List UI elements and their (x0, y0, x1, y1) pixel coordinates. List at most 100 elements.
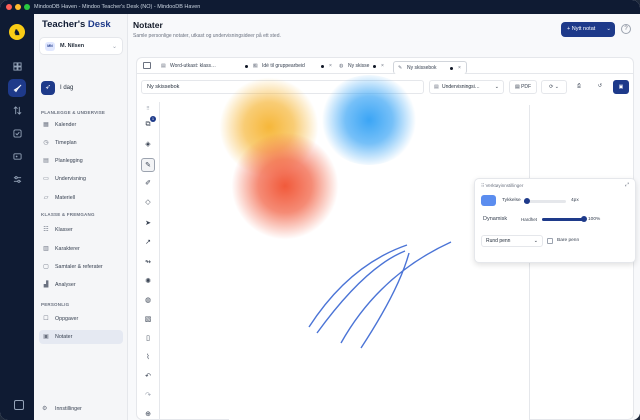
drag-handle-icon[interactable]: ⠿ (141, 102, 155, 116)
history-icon[interactable]: ↺ (592, 80, 608, 94)
sidebar-item-notater[interactable]: ▣ Notater (39, 330, 123, 344)
curve-icon[interactable]: ↗ (141, 236, 155, 250)
dynamic-label: Dynamisk (483, 216, 508, 222)
layers-icon[interactable]: ◈ (141, 138, 155, 152)
undo-icon[interactable]: ↶ (141, 370, 155, 384)
sync-button[interactable]: ⟳ ⌄ (541, 80, 567, 94)
unsaved-dot (450, 67, 453, 70)
sidebar-item-label: Samtaler & referater (55, 264, 103, 270)
curve-tool-icon[interactable]: ↬ (141, 256, 155, 270)
tab-bar: ▤ Word-utkast: klass… × ▤ Idé til gruppearb… (137, 58, 633, 74)
sidebar-item-timeplan[interactable]: ◷ Timeplan (39, 136, 123, 150)
sidebar-item-undervisning[interactable]: ▭ Undervisning (39, 172, 123, 186)
maximize-window-button[interactable] (24, 4, 30, 10)
zoom-in-icon[interactable]: ⊕ (141, 408, 155, 420)
sidebar-item-planlegging[interactable]: ▤ Planlegging (39, 154, 123, 168)
sidebar-item-today[interactable]: ➶ I dag (39, 80, 123, 98)
document-icon: ▤ (253, 63, 258, 69)
sidebar-item-analyser[interactable]: ▟ Analyser (39, 278, 123, 292)
sidebar: Teacher's Desk MN M. Nilsen ⌄ ➶ I dag PL… (34, 14, 128, 420)
unsaved-dot (321, 65, 324, 68)
app-logo-icon: ♞ (9, 24, 25, 40)
pdf-label: PDF (521, 84, 532, 90)
transfer-icon[interactable] (8, 101, 26, 119)
image-icon[interactable]: ▧ (141, 313, 155, 327)
pdf-button[interactable]: ▤ PDF (509, 80, 537, 94)
minimize-window-button[interactable] (15, 4, 21, 10)
sidebar-item-settings[interactable]: ⚙ Innstillinger (39, 402, 123, 416)
hardness-slider-knob[interactable] (581, 216, 587, 222)
thickness-slider-knob[interactable] (524, 198, 531, 204)
sidebar-item-label: Timeplan (55, 140, 77, 146)
rocket-icon[interactable] (8, 79, 26, 97)
gear-icon: ⚙ (42, 406, 48, 412)
attachment-icon[interactable]: ⌇ (141, 351, 155, 365)
only-pen-label: Bare penn (557, 238, 580, 243)
thickness-slider[interactable] (524, 198, 566, 204)
help-icon[interactable]: ? (621, 24, 631, 34)
user-switcher[interactable]: MN M. Nilsen ⌄ (39, 37, 123, 55)
collapse-sidebar-icon[interactable] (14, 400, 24, 410)
sync-icon: ⟳ ⌄ (549, 84, 559, 90)
brush-settings-title-text: Verktøyinnstillinger (485, 183, 524, 188)
app-brand: Teacher's Desk (42, 19, 111, 30)
sidebar-item-label: Innstillinger (55, 406, 82, 412)
palette-icon[interactable]: ◍ (141, 294, 155, 308)
sidebar-item-materiell[interactable]: ▱ Materiell (39, 191, 123, 205)
sidebar-item-kalender[interactable]: ▦ Kalender (39, 118, 123, 132)
redo-icon[interactable]: ↷ (141, 389, 155, 403)
note-type-select[interactable]: ▤ Undervisningsi… ⌄ (429, 80, 504, 94)
tab-ide-gruppearbeid[interactable]: ▤ Idé til gruppearbeid × (249, 60, 339, 72)
close-tab-icon[interactable]: × (329, 60, 332, 72)
unsaved-dot (245, 65, 248, 68)
tab-ny-skisse[interactable]: ◍ Ny skisse × (335, 60, 395, 72)
sidebar-item-label: Notater (55, 334, 73, 340)
sidebar-item-karakterer[interactable]: ▥ Karakterer (39, 242, 123, 256)
presentation-icon: ▭ (43, 176, 49, 182)
page-icon[interactable]: ▯ (141, 332, 155, 346)
hardness-slider-fill (542, 218, 584, 221)
folder-icon: ▱ (43, 195, 49, 201)
layers-badge: 1 (150, 116, 156, 122)
rocket-icon: ➶ (41, 81, 55, 95)
pen-type-select[interactable]: Rund penn ⌄ (481, 235, 543, 247)
sidebar-item-label: Materiell (55, 195, 76, 201)
tab-ny-skissebok[interactable]: ✎ Ny skissebok × (393, 61, 467, 74)
expand-icon[interactable]: ⤢ (625, 182, 629, 188)
window-title: MindooDB Haven - Mindoo Teacher's Desk (… (34, 4, 201, 10)
only-pen-checkbox[interactable] (547, 238, 553, 244)
close-window-button[interactable] (6, 4, 12, 10)
close-tab-icon[interactable]: × (458, 62, 461, 74)
pen-icon[interactable]: ✎ (141, 158, 155, 172)
tab-label: Ny skissebok (407, 65, 437, 71)
layers-add-icon[interactable]: ⧉ 1 (141, 116, 156, 132)
sidebar-item-oppgaver[interactable]: ☐ Oppgaver (39, 312, 123, 326)
hardness-label: Hardhet (521, 217, 538, 222)
note-icon: ▣ (43, 334, 49, 340)
chevron-down-icon: ⌄ (606, 26, 611, 32)
color-swatch[interactable] (481, 195, 496, 206)
grades-icon: ▥ (43, 246, 49, 252)
brush-icon[interactable]: ✐ (141, 177, 155, 191)
sliders-icon[interactable] (8, 170, 26, 188)
main-content: Notater Samle personlige notater, utkast… (128, 14, 640, 420)
sidebar-item-klasser[interactable]: ☷ Klasser (39, 223, 123, 237)
sidebar-item-samtaler[interactable]: ▢ Samtaler & referater (39, 260, 123, 274)
eraser-icon[interactable]: ◇ (141, 196, 155, 210)
tool-palette: ⠿ ⧉ 1 ◈ ✎ ✐ ◇ ➤ ↗ ↬ ✺ ◍ ▧ ▯ ⌇ ↶ ↷ ⊕ (139, 102, 157, 420)
hardness-slider[interactable] (542, 216, 587, 222)
users-icon: ☷ (43, 227, 49, 233)
new-note-button[interactable]: + Nytt notat ⌄ (561, 22, 615, 37)
sidebar-toggle-icon[interactable] (143, 62, 151, 69)
dashboard-icon[interactable] (8, 57, 26, 75)
section-title: PERSONLIG (41, 302, 70, 307)
print-icon[interactable]: ⎙ (571, 80, 587, 94)
select-arrow-icon[interactable]: ➤ (141, 217, 155, 231)
save-icon[interactable]: ▣ (613, 80, 629, 94)
close-tab-icon[interactable]: × (381, 60, 384, 72)
checklist-icon[interactable] (8, 124, 26, 142)
chevron-down-icon: ⌄ (494, 84, 499, 90)
sparkle-icon[interactable]: ✺ (141, 275, 155, 289)
palette-icon: ◍ (339, 63, 344, 69)
media-icon[interactable] (8, 147, 26, 165)
